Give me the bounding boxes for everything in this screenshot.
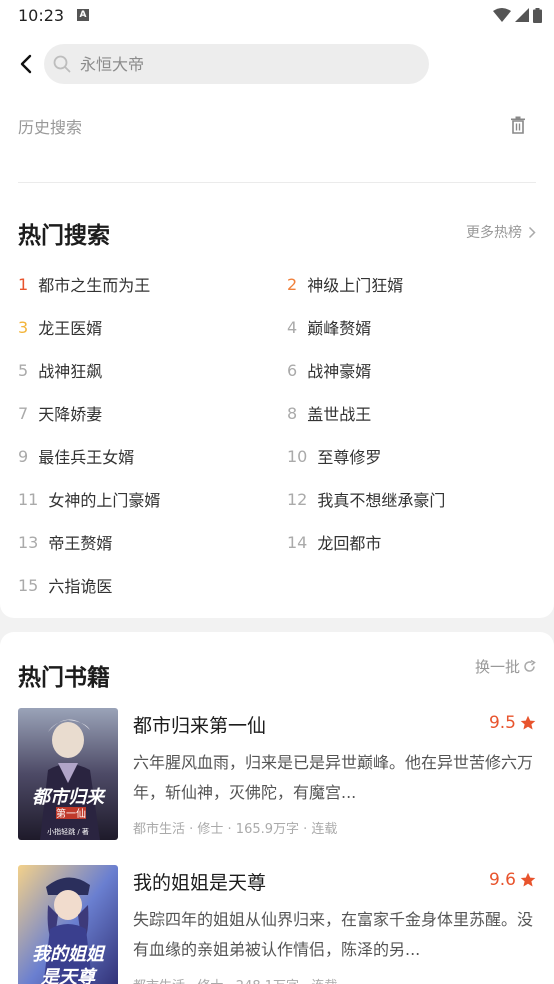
rating-value: 9.6	[488, 870, 516, 890]
star-icon	[520, 715, 536, 730]
hot-search-item[interactable]: 14 龙回都市	[287, 531, 382, 554]
hot-search-label: 盖世战王	[307, 405, 372, 424]
hot-search-item[interactable]: 9 最佳兵王女婿	[18, 445, 135, 468]
search-panel: 历史搜索 热门搜索 更多热榜 1 都市之生而为王 2 神级上门狂婿 3 龙王医婿 4巅…	[0, 32, 554, 618]
hot-search-item[interactable]: 6 战神豪婿	[287, 359, 372, 382]
notification-icon: A	[77, 9, 89, 21]
back-arrow-icon	[20, 54, 32, 74]
search-input[interactable]	[80, 44, 410, 84]
rank-number: 14	[287, 532, 308, 552]
status-time: 10:23	[18, 6, 65, 25]
refresh-icon	[524, 660, 536, 672]
hot-search-label: 都市之生而为王	[38, 276, 151, 295]
hot-search-label: 战神狂飙	[38, 362, 103, 381]
cover-subtitle: 是天尊	[40, 967, 98, 984]
refresh-batch-button[interactable]: 换一批	[475, 656, 536, 677]
hot-search-title: 热门搜索	[18, 223, 110, 249]
hot-books-title: 热门书籍	[18, 665, 110, 691]
hot-search-item[interactable]: 11 女神的上门豪婿	[18, 488, 161, 511]
book-rating: 9.6	[489, 870, 536, 890]
search-box[interactable]	[44, 44, 429, 84]
status-icons	[493, 7, 542, 23]
rank-number: 1	[18, 274, 29, 294]
rank-number: 6	[287, 360, 298, 380]
wifi-icon	[493, 8, 511, 22]
rank-number: 11	[18, 489, 39, 509]
rank-number: 4	[287, 317, 298, 337]
hot-books-panel: 热门书籍 换一批 都市归来 第一仙 小指轻跳 / 著 都市归来第一仙 9.5 六…	[0, 632, 554, 984]
hot-search-item[interactable]: 10 至尊修罗	[287, 445, 382, 468]
book-cover: 我的姐姐 是天尊	[18, 865, 118, 984]
book-description: 失踪四年的姐姐从仙界归来，在富家千金身体里苏醒。没有血缘的亲姐弟被认作情侣，陈泽…	[133, 910, 534, 959]
rank-number: 7	[18, 403, 29, 423]
star-icon	[520, 872, 536, 887]
rank-number: 2	[287, 274, 298, 294]
rating-value: 9.5	[488, 713, 516, 733]
book-title: 我的姐姐是天尊	[133, 872, 267, 894]
hot-search-label: 帝王赘婿	[48, 534, 113, 553]
hot-search-label: 巅峰赘婿	[307, 319, 372, 338]
book-rating: 9.5	[489, 713, 536, 733]
more-hot-label: 更多热榜	[466, 225, 522, 241]
hot-search-item[interactable]: 1 都市之生而为王	[18, 273, 151, 296]
book-item[interactable]: 都市归来 第一仙 小指轻跳 / 著 都市归来第一仙 9.5 六年腥风血雨，归来是…	[18, 708, 536, 848]
refresh-label: 换一批	[474, 658, 520, 676]
history-title: 历史搜索	[18, 118, 83, 137]
more-hot-lists-link[interactable]: 更多热榜	[466, 222, 536, 242]
hot-search-label: 龙王医婿	[38, 319, 103, 338]
hot-search-label: 龙回都市	[317, 534, 382, 553]
book-meta: 都市生活 · 修士 · 165.9万字 · 连载	[133, 822, 338, 837]
hot-search-item[interactable]: 12 我真不想继承豪门	[287, 488, 446, 511]
hot-search-item[interactable]: 7 天降娇妻	[18, 402, 103, 425]
hot-search-label: 六指诡医	[48, 577, 113, 596]
rank-number: 8	[287, 403, 298, 423]
hot-search-item[interactable]: 2 神级上门狂婿	[287, 273, 404, 296]
clear-history-button[interactable]	[508, 115, 528, 135]
cover-author: 小指轻跳 / 著	[47, 827, 89, 836]
hot-search-label: 神级上门狂婿	[307, 276, 404, 295]
rank-number: 13	[18, 532, 39, 552]
search-icon	[53, 55, 71, 73]
cover-title: 我的姐姐	[32, 944, 106, 965]
book-cover: 都市归来 第一仙 小指轻跳 / 著	[18, 708, 118, 840]
rank-number: 9	[18, 446, 29, 466]
hot-search-item[interactable]: 8 盖世战王	[287, 402, 372, 425]
back-button[interactable]	[14, 50, 38, 78]
rank-number: 10	[287, 446, 308, 466]
hot-search-label: 天降娇妻	[38, 405, 103, 424]
trash-icon	[511, 116, 525, 134]
rank-number: 3	[18, 317, 29, 337]
rank-number: 12	[287, 489, 308, 509]
cover-title: 都市归来	[32, 787, 106, 808]
book-item[interactable]: 我的姐姐 是天尊 我的姐姐是天尊 9.6 失踪四年的姐姐从仙界归来，在富家千金身…	[18, 865, 536, 984]
book-description: 六年腥风血雨，归来是已是异世巅峰。他在异世苦修六万年，斩仙神，灭佛陀，有魔宫..…	[133, 753, 534, 802]
divider	[18, 182, 536, 183]
book-meta: 都市生活 · 修士 · 248.1万字 · 连载	[133, 975, 337, 984]
hot-search-item[interactable]: 15 六指诡医	[18, 574, 113, 597]
battery-icon	[533, 7, 542, 23]
hot-search-item[interactable]: 4 巅峰赘婿	[287, 316, 372, 339]
cover-subtitle: 第一仙	[56, 807, 86, 820]
signal-icon	[515, 8, 529, 22]
rank-number: 5	[18, 360, 29, 380]
hot-search-item[interactable]: 3 龙王医婿	[18, 316, 103, 339]
hot-search-item[interactable]: 5 战神狂飙	[18, 359, 103, 382]
hot-search-item[interactable]: 13 帝王赘婿	[18, 531, 113, 554]
status-bar: 10:23 A	[0, 0, 554, 32]
hot-search-label: 至尊修罗	[317, 448, 382, 467]
rank-number: 15	[18, 575, 39, 595]
book-title: 都市归来第一仙	[133, 715, 267, 737]
hot-search-label: 最佳兵王女婿	[38, 448, 135, 467]
hot-search-label: 战神豪婿	[307, 362, 372, 381]
hot-search-label: 女神的上门豪婿	[48, 491, 161, 510]
chevron-right-icon	[528, 226, 536, 238]
hot-search-label: 我真不想继承豪门	[317, 491, 446, 510]
